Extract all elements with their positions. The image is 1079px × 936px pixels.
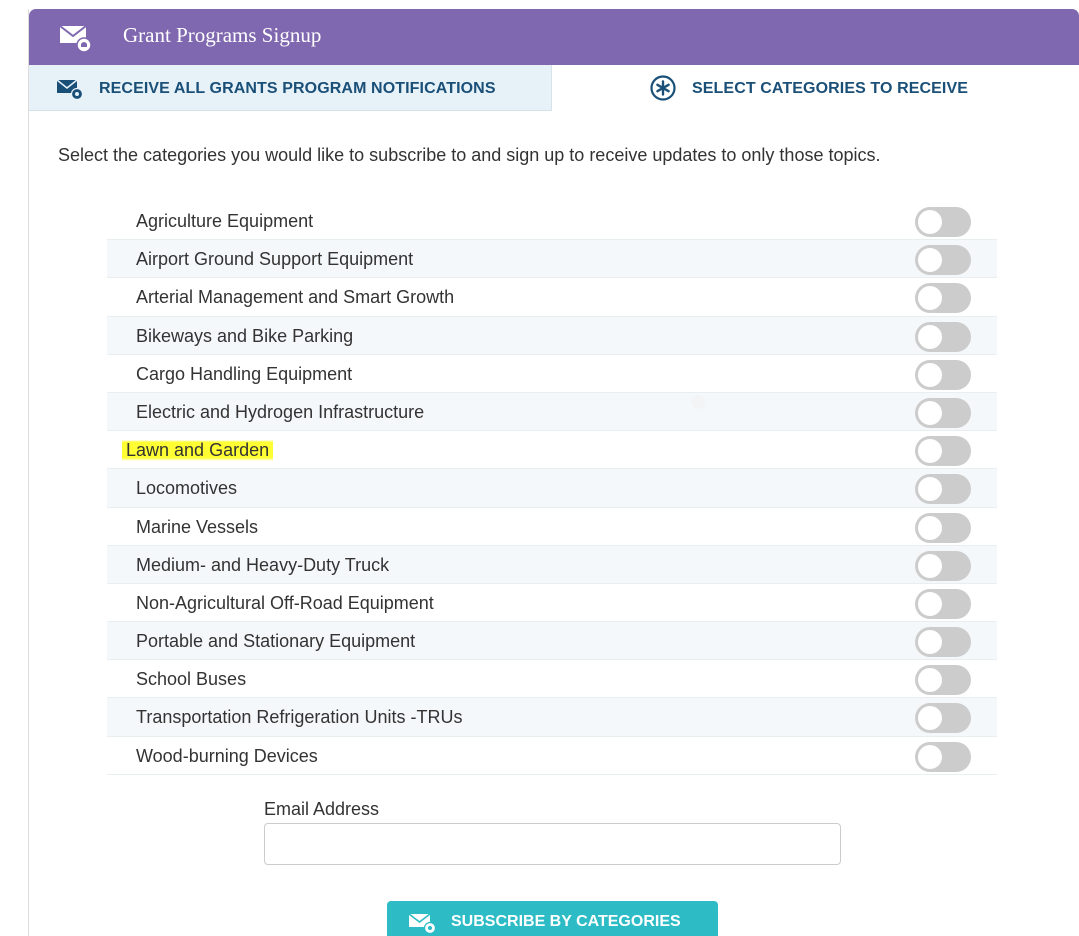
category-row: Wood-burning Devices: [107, 737, 997, 775]
category-label: Electric and Hydrogen Infrastructure: [136, 401, 425, 422]
category-toggle[interactable]: [915, 359, 971, 390]
category-toggle[interactable]: [915, 283, 971, 314]
email-field[interactable]: [264, 823, 841, 865]
toggle-knob: [918, 553, 942, 578]
tab-receive-all[interactable]: RECEIVE ALL GRANTS PROGRAM NOTIFICATIONS: [29, 65, 552, 111]
category-row: Airport Ground Support Equipment: [107, 240, 997, 279]
category-label: Agriculture Equipment: [136, 211, 314, 231]
tab-receive-all-label: RECEIVE ALL GRANTS PROGRAM NOTIFICATIONS: [99, 80, 496, 97]
category-toggle[interactable]: [915, 665, 971, 696]
category-row: Lawn and Garden: [107, 431, 997, 470]
toggle-knob: [918, 630, 942, 655]
category-label: Lawn and Garden: [122, 440, 274, 462]
toggle-knob: [918, 591, 942, 616]
subscribe-button-label: SUBSCRIBE BY CATEGORIES: [451, 913, 681, 930]
category-row: Medium- and Heavy-Duty Truck: [107, 545, 997, 584]
mail-bell-icon: [409, 913, 437, 934]
category-row: Arterial Management and Smart Growth: [107, 278, 997, 317]
category-label: Wood-burning Devices: [136, 745, 318, 766]
category-label: Marine Vessels: [136, 516, 259, 537]
toggle-knob: [918, 668, 942, 693]
category-row: Cargo Handling Equipment: [107, 355, 997, 393]
category-row: Transportation Refrigeration Units -TRUs: [107, 698, 997, 737]
category-toggle[interactable]: [915, 512, 971, 543]
category-label: Non-Agricultural Off-Road Equipment: [136, 592, 434, 613]
category-label: Bikeways and Bike Parking: [136, 325, 354, 346]
asterisk-circle-icon: [650, 75, 676, 101]
category-label: School Buses: [136, 669, 247, 690]
category-toggle[interactable]: [915, 436, 971, 467]
category-row: Marine Vessels: [107, 508, 997, 546]
category-toggle[interactable]: [915, 741, 971, 772]
category-toggle[interactable]: [915, 627, 971, 658]
toggle-knob: [918, 706, 942, 731]
category-toggle[interactable]: [915, 703, 971, 734]
category-label: Airport Ground Support Equipment: [136, 249, 414, 270]
category-toggle[interactable]: [915, 588, 971, 619]
toggle-knob: [918, 248, 942, 273]
toggle-knob: [918, 324, 942, 349]
toggle-knob: [918, 477, 942, 502]
category-label: Locomotives: [136, 478, 238, 499]
category-label: Portable and Stationary Equipment: [136, 631, 416, 652]
category-row: Electric and Hydrogen Infrastructure: [107, 392, 997, 432]
category-label: Cargo Handling Equipment: [136, 363, 353, 384]
subscribe-button[interactable]: SUBSCRIBE BY CATEGORIES: [387, 901, 718, 936]
category-row: Non-Agricultural Off-Road Equipment: [107, 584, 997, 623]
page-title: Grant Programs Signup: [123, 23, 322, 47]
toggle-knob: [918, 400, 942, 425]
category-toggle[interactable]: [915, 397, 971, 428]
category-toggle[interactable]: [915, 245, 971, 276]
category-label: Arterial Management and Smart Growth: [136, 287, 455, 308]
grant-signup-panel: Grant Programs Signup RECEIVE ALL GRANTS…: [28, 9, 1079, 936]
category-toggle[interactable]: [915, 321, 971, 352]
toggle-knob: [918, 744, 942, 769]
toggle-knob: [918, 362, 942, 387]
mail-bell-icon: [59, 25, 92, 52]
category-row: Bikeways and Bike Parking: [107, 316, 997, 355]
toggle-knob: [918, 210, 942, 234]
toggle-knob: [918, 515, 942, 540]
tab-select-categories[interactable]: SELECT CATEGORIES TO RECEIVE: [552, 65, 1079, 111]
toggle-knob: [918, 286, 942, 311]
category-list: Agriculture Equipment Airport Ground Supp…: [107, 202, 997, 775]
tab-select-categories-label: SELECT CATEGORIES TO RECEIVE: [692, 80, 969, 97]
email-label: Email Address: [264, 799, 380, 819]
intro-text: Select the categories you would like to …: [58, 145, 881, 165]
toggle-knob: [918, 439, 942, 464]
mail-bell-icon: [57, 79, 83, 99]
category-row: Agriculture Equipment: [107, 202, 997, 241]
category-label: Medium- and Heavy-Duty Truck: [136, 554, 390, 575]
category-label: Transportation Refrigeration Units -TRUs: [136, 707, 463, 728]
category-toggle[interactable]: [915, 207, 971, 237]
category-toggle[interactable]: [915, 550, 971, 581]
category-toggle[interactable]: [915, 474, 971, 505]
category-row: Locomotives: [107, 469, 997, 508]
category-row: Portable and Stationary Equipment: [107, 622, 997, 661]
decorative-dot: [691, 395, 705, 409]
category-row: School Buses: [107, 660, 997, 699]
panel-header: Grant Programs Signup: [29, 9, 1079, 65]
